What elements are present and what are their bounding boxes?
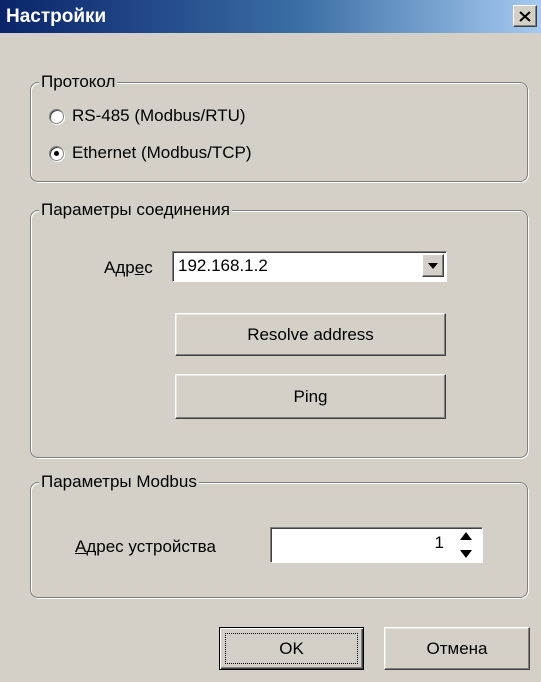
protocol-legend: Протокол [39, 70, 118, 94]
close-button[interactable] [513, 5, 537, 27]
close-icon [519, 10, 531, 22]
spin-up-down-icon[interactable] [458, 532, 474, 558]
spin-up-icon[interactable] [460, 532, 472, 540]
radio-ethernet[interactable]: Ethernet (Modbus/TCP) [49, 143, 252, 163]
window-title: Настройки [6, 6, 107, 27]
chevron-down-icon [428, 262, 438, 269]
radio-rs485[interactable]: RS-485 (Modbus/RTU) [49, 106, 246, 126]
ping-button[interactable]: Ping [175, 374, 446, 419]
radio-ethernet-label: Ethernet (Modbus/TCP) [72, 143, 252, 162]
protocol-group: Протокол [30, 70, 528, 182]
resolve-address-label: Resolve address [247, 324, 374, 344]
resolve-address-button[interactable]: Resolve address [175, 313, 446, 356]
modbus-legend: Параметры Modbus [39, 470, 199, 494]
device-address-spinbox[interactable]: 1 [270, 527, 483, 563]
address-label: Адрес [104, 258, 153, 277]
ok-button[interactable]: OK [219, 627, 364, 670]
connection-legend: Параметры соединения [39, 198, 232, 222]
radio-ethernet-indicator[interactable] [49, 145, 64, 161]
device-address-label: Адрес устройства [75, 537, 216, 556]
address-combobox[interactable]: 192.168.1.2 [172, 251, 447, 282]
radio-rs485-indicator[interactable] [49, 108, 64, 124]
title-bar: Настройки [0, 0, 541, 33]
spin-down-icon[interactable] [460, 550, 472, 558]
device-address-value: 1 [434, 533, 444, 552]
address-dropdown-button[interactable] [422, 254, 444, 277]
cancel-label: Отмена [426, 638, 488, 658]
cancel-button[interactable]: Отмена [384, 627, 530, 670]
ok-label: OK [279, 638, 304, 658]
address-value: 192.168.1.2 [178, 256, 268, 275]
radio-rs485-label: RS-485 (Modbus/RTU) [72, 106, 246, 125]
ping-label: Ping [293, 386, 328, 406]
